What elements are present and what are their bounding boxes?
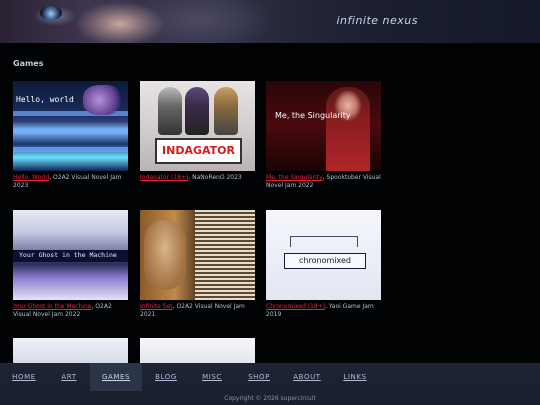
game-card-singularity[interactable]: Me, the Singularity Me, the Singularity,… [266, 81, 381, 189]
nav-item-misc[interactable]: MISC [196, 363, 228, 391]
thumbnail-text: Your Ghost in the Machine [19, 251, 117, 259]
nav-item-home[interactable]: HOME [7, 363, 41, 391]
game-title-link[interactable]: Infinite Set [140, 303, 173, 310]
game-card-partial[interactable] [140, 338, 255, 363]
game-thumbnail[interactable] [13, 338, 128, 363]
thumbnail-text: Me, the Singularity [275, 111, 351, 120]
game-thumbnail[interactable]: INDAGATOR [140, 81, 255, 171]
nav-item-about[interactable]: ABOUT [290, 363, 324, 391]
nav-item-links[interactable]: LINKS [338, 363, 372, 391]
circuit-line [290, 236, 358, 247]
game-card-ghost-machine[interactable]: Your Ghost in the Machine Your Ghost in … [13, 210, 128, 318]
game-thumbnail[interactable]: Me, the Singularity [266, 81, 381, 171]
thumbnail-text: Hello, world [16, 95, 74, 104]
game-caption: Chronomixed (18+), Yaoi Game Jam 2019 [266, 303, 381, 318]
glitch-pattern [195, 210, 255, 300]
header-banner: infinite nexus [0, 0, 540, 43]
game-title-link[interactable]: Chronomixed (18+) [266, 303, 325, 310]
game-card-hello-world[interactable]: Hello, world Hello, World, O2A2 Visual N… [13, 81, 128, 189]
game-card-infinite-set[interactable]: Infinite Set, O2A2 Visual Novel Jam 2021 [140, 210, 255, 318]
game-thumbnail[interactable] [140, 338, 255, 363]
nav-item-blog[interactable]: BLOG [150, 363, 182, 391]
game-card-indagator[interactable]: INDAGATOR Indagator (18+), NaNoRenO 2023 [140, 81, 255, 182]
site-title[interactable]: infinite nexus [336, 14, 418, 27]
thumbnail-logo: INDAGATOR [155, 138, 242, 164]
character-art [326, 87, 370, 171]
nav-item-art[interactable]: ART [54, 363, 84, 391]
game-meta: , NaNoRenO 2023 [188, 174, 242, 181]
game-caption: Me, the Singularity, Spooktober Visual N… [266, 174, 381, 189]
nav-item-games[interactable]: GAMES [90, 363, 142, 391]
game-title-link[interactable]: Me, the Singularity [266, 174, 323, 181]
game-caption: Infinite Set, O2A2 Visual Novel Jam 2021 [140, 303, 255, 318]
copyright-text: Copyright © 2026 supercircuit [224, 395, 316, 402]
character-art [144, 220, 186, 290]
game-caption: Indagator (18+), NaNoRenO 2023 [140, 174, 255, 182]
game-thumbnail[interactable] [140, 210, 255, 300]
game-card-partial[interactable] [13, 338, 128, 363]
game-card-chronomixed[interactable]: chronomixed Chronomixed (18+), Yaoi Game… [266, 210, 381, 318]
section-heading: Games [13, 59, 44, 68]
game-thumbnail[interactable]: Your Ghost in the Machine [13, 210, 128, 300]
game-caption: Hello, World, O2A2 Visual Novel Jam 2023 [13, 174, 128, 189]
game-caption: Your Ghost in the Machine, O2A2 Visual N… [13, 303, 128, 318]
thumbnail-logo: chronomixed [284, 253, 366, 269]
game-title-link[interactable]: Your Ghost in the Machine [13, 303, 91, 310]
game-thumbnail[interactable]: chronomixed [266, 210, 381, 300]
game-title-link[interactable]: Indagator (18+) [140, 174, 188, 181]
banner-eye-art [40, 6, 62, 20]
game-title-link[interactable]: Hello, World [13, 174, 49, 181]
character-art [83, 85, 123, 115]
game-thumbnail[interactable]: Hello, world [13, 81, 128, 171]
nav-item-shop[interactable]: SHOP [243, 363, 275, 391]
